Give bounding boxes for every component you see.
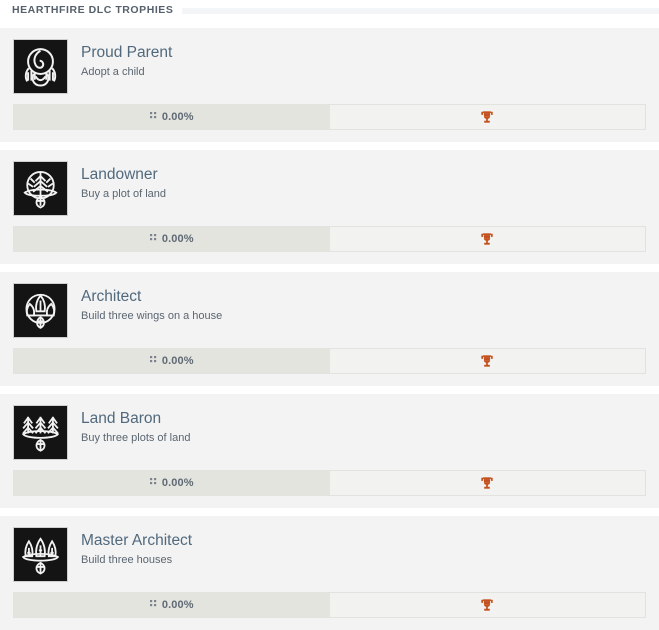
trophy-header: Proud Parent Adopt a child [13, 39, 646, 94]
grip-dots-icon [149, 234, 157, 244]
trophy-description: Adopt a child [81, 66, 145, 78]
progress-bar[interactable]: 0.00% [14, 227, 330, 251]
trophy-card[interactable]: Land Baron Buy three plots of land 0.00% [0, 394, 659, 508]
trophy-icon [480, 110, 494, 124]
trophy-header: Land Baron Buy three plots of land [13, 405, 646, 460]
reward-cell[interactable] [329, 105, 645, 129]
architect-emblem-icon [13, 283, 68, 338]
trophy-name: Proud Parent [81, 44, 173, 61]
page-title: HEARTHFIRE DLC TROPHIES [12, 4, 174, 16]
progress-value: 0.00% [161, 111, 194, 123]
grip-dots-icon [149, 600, 157, 610]
progress-bar[interactable]: 0.00% [14, 105, 330, 129]
trophy-card[interactable]: Proud Parent Adopt a child 0.00% [0, 28, 659, 142]
grip-dots-icon [149, 478, 157, 488]
section-header: HEARTHFIRE DLC TROPHIES [0, 0, 659, 21]
trophy-progress-row[interactable]: 0.00% [13, 470, 646, 496]
trophy-text-block: Landowner Buy a plot of land [81, 161, 166, 201]
progress-value: 0.00% [161, 477, 194, 489]
trophy-name: Architect [81, 288, 142, 305]
grip-dots-icon [149, 356, 157, 366]
trophy-icon [480, 476, 494, 490]
proud-parent-emblem-icon [13, 39, 68, 94]
trophy-card[interactable]: Landowner Buy a plot of land 0.00% [0, 150, 659, 264]
trophy-icon [480, 354, 494, 368]
trophy-progress-row[interactable]: 0.00% [13, 104, 646, 130]
trophy-card[interactable]: Architect Build three wings on a house 0… [0, 272, 659, 386]
trophy-text-block: Proud Parent Adopt a child [81, 39, 172, 79]
reward-cell[interactable] [329, 227, 645, 251]
trophy-description: Build three houses [81, 554, 173, 566]
trophy-progress-row[interactable]: 0.00% [13, 348, 646, 374]
trophy-header: Master Architect Build three houses [13, 527, 646, 582]
trophy-description: Buy three plots of land [81, 432, 191, 444]
trophy-list: Proud Parent Adopt a child 0.00% Landown… [0, 28, 659, 630]
land-baron-emblem-icon [13, 405, 68, 460]
landowner-emblem-icon [13, 161, 68, 216]
trophy-name: Landowner [81, 166, 158, 183]
trophy-progress-row[interactable]: 0.00% [13, 592, 646, 618]
progress-value: 0.00% [161, 599, 194, 611]
master-architect-emblem-icon [13, 527, 68, 582]
trophy-description: Buy a plot of land [81, 188, 167, 200]
reward-cell[interactable] [329, 593, 645, 617]
trophy-header: Architect Build three wings on a house [13, 283, 646, 338]
progress-bar[interactable]: 0.00% [14, 349, 330, 373]
header-spacer [0, 21, 659, 28]
trophy-card[interactable]: Master Architect Build three houses 0.00… [0, 516, 659, 630]
grip-dots-icon [149, 112, 157, 122]
trophy-text-block: Land Baron Buy three plots of land [81, 405, 190, 445]
trophy-header: Landowner Buy a plot of land [13, 161, 646, 216]
header-rule [182, 7, 659, 14]
progress-bar[interactable]: 0.00% [14, 471, 330, 495]
progress-value: 0.00% [161, 355, 194, 367]
trophy-text-block: Architect Build three wings on a house [81, 283, 222, 323]
progress-value: 0.00% [161, 233, 194, 245]
trophy-icon [480, 598, 494, 612]
trophy-text-block: Master Architect Build three houses [81, 527, 192, 567]
trophy-progress-row[interactable]: 0.00% [13, 226, 646, 252]
trophy-name: Land Baron [81, 410, 162, 427]
reward-cell[interactable] [329, 349, 645, 373]
trophy-description: Build three wings on a house [81, 310, 223, 322]
progress-bar[interactable]: 0.00% [14, 593, 330, 617]
reward-cell[interactable] [329, 471, 645, 495]
trophy-name: Master Architect [81, 532, 193, 549]
trophy-icon [480, 232, 494, 246]
